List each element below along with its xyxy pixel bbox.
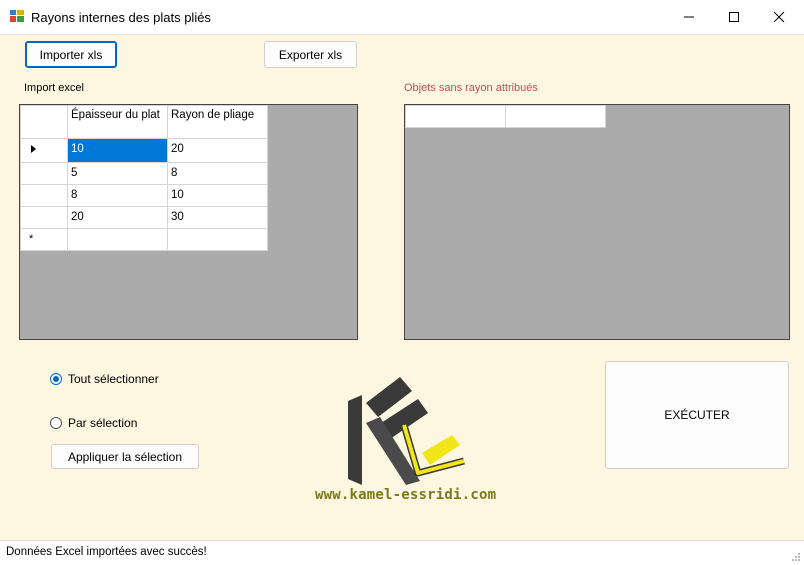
cell-thickness[interactable]: 10 (67, 138, 168, 163)
select-all-label: Tout sélectionner (68, 372, 159, 386)
window-title: Rayons internes des plats pliés (31, 10, 211, 25)
cell-new-thickness[interactable] (67, 228, 168, 251)
table-row[interactable]: 5 8 (20, 162, 268, 185)
header-row: Épaisseur du plat Rayon de pliage (20, 105, 268, 139)
client-area: Importer xls Exporter xls Import excel O… (0, 35, 804, 540)
title-bar: Rayons internes des plats pliés (0, 0, 804, 35)
unassigned-data-grid[interactable] (404, 104, 790, 340)
cell-new-bend-radius[interactable] (167, 228, 268, 251)
website-link[interactable]: www.kamel-essridi.com (315, 487, 496, 503)
row-header[interactable] (20, 162, 68, 185)
row-header[interactable] (20, 184, 68, 207)
table-row[interactable]: 8 10 (20, 184, 268, 207)
column-header-thickness[interactable]: Épaisseur du plat (67, 105, 168, 139)
status-message: Données Excel importées avec succès! (6, 546, 207, 558)
app-icon (10, 10, 24, 22)
cell-bend-radius[interactable]: 20 (167, 138, 268, 163)
cell-thickness[interactable]: 8 (67, 184, 168, 207)
maximize-icon (729, 12, 739, 22)
new-row-header[interactable]: * (20, 228, 68, 251)
table-row[interactable]: 20 30 (20, 206, 268, 229)
by-selection-label: Par sélection (68, 416, 138, 430)
cell-thickness[interactable]: 20 (67, 206, 168, 229)
new-row-marker: * (29, 233, 34, 245)
cell-bend-radius[interactable]: 8 (167, 162, 268, 185)
apply-selection-button[interactable]: Appliquer la sélection (51, 444, 199, 469)
header-row (405, 105, 606, 128)
radio-unselected-icon (50, 417, 62, 429)
close-icon (773, 11, 785, 23)
by-selection-radio[interactable]: Par sélection (50, 416, 137, 430)
import-xls-button[interactable]: Importer xls (25, 41, 117, 68)
table-row[interactable]: 10 20 (20, 138, 268, 163)
cell-bend-radius[interactable]: 10 (167, 184, 268, 207)
import-excel-label: Import excel (24, 82, 84, 94)
column-header-1[interactable] (405, 105, 506, 128)
column-header-2[interactable] (505, 105, 606, 128)
row-header[interactable] (20, 138, 68, 163)
export-xls-button[interactable]: Exporter xls (264, 41, 357, 68)
status-bar: Données Excel importées avec succès! (0, 540, 804, 565)
row-header-corner[interactable] (20, 105, 68, 139)
minimize-button[interactable] (666, 0, 712, 34)
cell-thickness[interactable]: 5 (67, 162, 168, 185)
unassigned-objects-label: Objets sans rayon attribués (404, 82, 538, 94)
maximize-button[interactable] (711, 0, 757, 34)
unassigned-table (405, 105, 606, 128)
close-button[interactable] (756, 0, 802, 34)
import-table: Épaisseur du plat Rayon de pliage 10 20 … (20, 105, 268, 251)
import-data-grid[interactable]: Épaisseur du plat Rayon de pliage 10 20 … (19, 104, 358, 340)
resize-grip-icon[interactable] (791, 552, 801, 562)
new-row[interactable]: * (20, 228, 268, 251)
kel-logo (348, 377, 465, 485)
column-header-bend-radius[interactable]: Rayon de pliage (167, 105, 268, 139)
execute-button[interactable]: EXÉCUTER (605, 361, 789, 469)
radio-selected-icon (50, 373, 62, 385)
select-all-radio[interactable]: Tout sélectionner (50, 372, 159, 386)
current-row-arrow-icon (31, 145, 36, 153)
row-header[interactable] (20, 206, 68, 229)
minimize-icon (684, 16, 694, 18)
cell-bend-radius[interactable]: 30 (167, 206, 268, 229)
